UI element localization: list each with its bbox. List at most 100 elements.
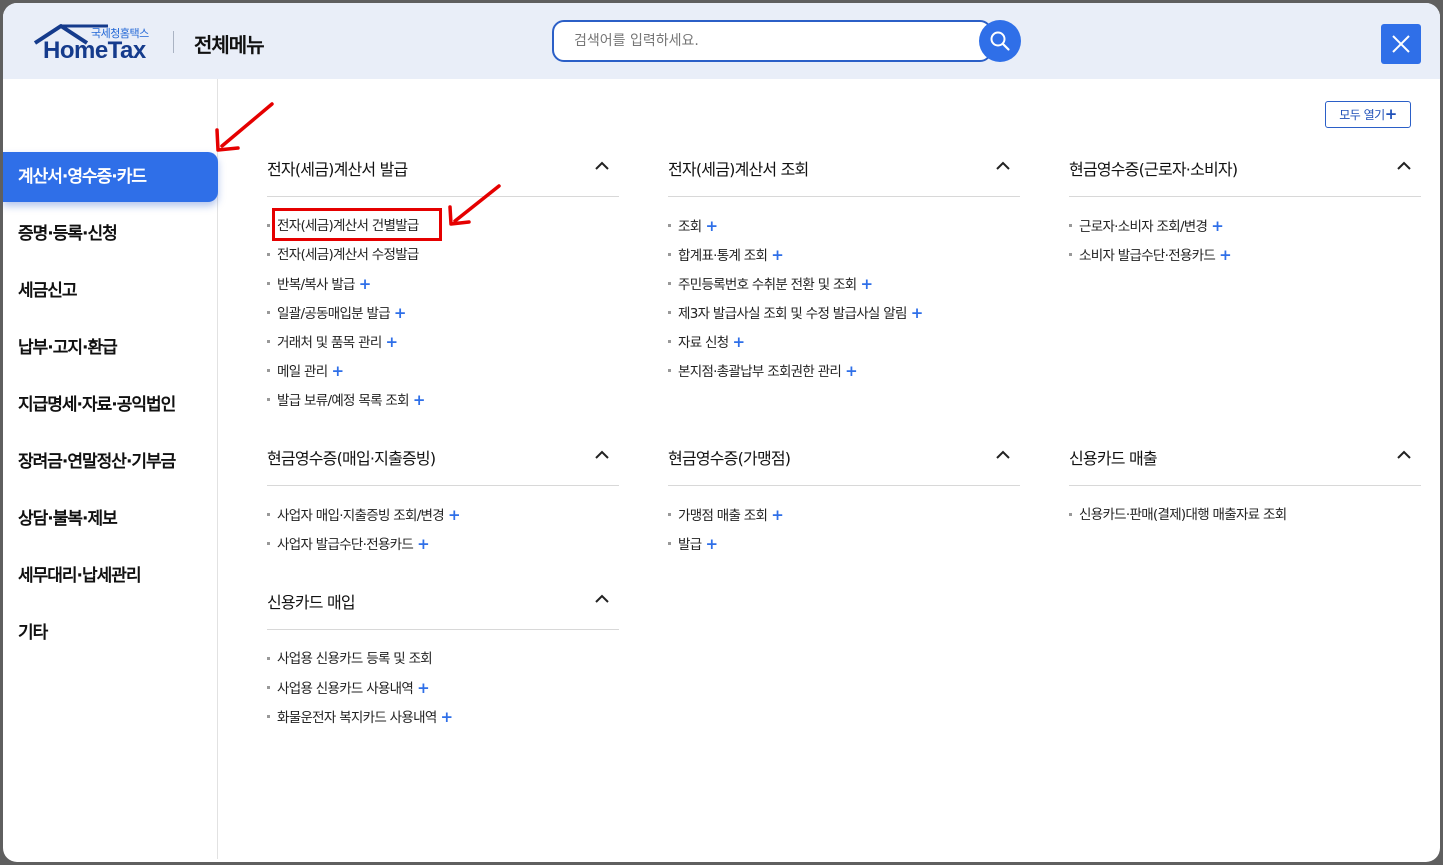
section-credit-card-purchase: 신용카드 매입 사업용 신용카드 등록 및 조회 사업용 신용카드 사용내역 + … [267,572,619,735]
plus-icon[interactable]: + [441,708,454,726]
menu-item-partner-management[interactable]: 거래처 및 품목 관리 + [267,331,619,360]
menu-item-label: 메일 관리 [277,364,328,380]
menu-item-repeat-issue[interactable]: 반복/복사 발급 + [267,273,619,302]
chevron-up-icon[interactable] [595,594,609,603]
menu-item-label: 제3자 발급사실 조회 및 수정 발급사실 알림 [678,306,907,322]
sidebar-item-invoice-receipt-card[interactable]: 계산서·영수증·카드 [3,152,218,202]
menu-item-business-purchase[interactable]: 사업자 매입·지출증빙 조회/변경 + [267,504,619,533]
menu-item-consumer-inquiry[interactable]: 근로자·소비자 조회/변경 + [1069,215,1421,244]
menu-item-label: 전자(세금)계산서 수정발급 [277,247,419,263]
section-header[interactable]: 현금영수증(가맹점) [668,428,1020,486]
menu-item-rrn-conversion[interactable]: 주민등록번호 수취분 전환 및 조회 + [668,273,1020,302]
page-title: 전체메뉴 [194,33,265,57]
search-button[interactable] [979,20,1021,62]
plus-icon[interactable]: + [845,362,858,380]
menu-item-merchant-sales[interactable]: 가맹점 매출 조회 + [668,504,1020,533]
menu-item-summary-stats[interactable]: 합계표·통계 조회 + [668,244,1020,273]
menu-item-label: 일괄/공동매입분 발급 [277,306,391,322]
menu-item-label: 가맹점 매출 조회 [678,508,768,524]
menu-item-label: 사업용 신용카드 사용내역 [277,681,414,697]
plus-icon[interactable]: + [911,304,924,322]
plus-icon[interactable]: + [331,362,344,380]
menu-item-label: 자료 신청 [678,335,729,351]
plus-icon[interactable]: + [394,304,407,322]
menu-item-branch-permission[interactable]: 본지점·총괄납부 조회권한 관리 + [668,360,1020,389]
category-sidebar: 계산서·영수증·카드 증명·등록·신청 세금신고 납부·고지·환급 지급명세·자… [3,79,218,859]
sidebar-item-payment[interactable]: 납부·고지·환급 [3,323,218,373]
menu-item-data-request[interactable]: 자료 신청 + [668,331,1020,360]
search-icon [990,31,1010,51]
expand-all-button[interactable]: 모두 열기+ [1325,101,1411,128]
section-header[interactable]: 전자(세금)계산서 조회 [668,139,1020,197]
menu-item-merchant-issue[interactable]: 발급 + [668,533,1020,562]
menu-item-third-party-inquiry[interactable]: 제3자 발급사실 조회 및 수정 발급사실 알림 + [668,302,1020,331]
menu-item-card-sales-inquiry[interactable]: 신용카드·판매(결제)대행 매출자료 조회 [1069,504,1421,533]
chevron-up-icon[interactable] [595,450,609,459]
menu-item-label: 사업자 매입·지출증빙 조회/변경 [277,508,445,524]
sidebar-item-tax-agent[interactable]: 세무대리·납세관리 [3,551,218,601]
section-header[interactable]: 신용카드 매출 [1069,428,1421,486]
section-title: 전자(세금)계산서 발급 [267,160,408,179]
search-input[interactable] [552,20,992,62]
menu-item-label: 주민등록번호 수취분 전환 및 조회 [678,277,857,293]
menu-item-label: 근로자·소비자 조회/변경 [1079,219,1208,235]
menu-item-label: 발급 보류/예정 목록 조회 [277,393,410,409]
section-header[interactable]: 현금영수증(근로자·소비자) [1069,139,1421,197]
sidebar-item-incentives[interactable]: 장려금·연말정산·기부금 [3,437,218,487]
plus-icon[interactable]: + [413,391,426,409]
menu-item-business-card[interactable]: 사업자 발급수단·전용카드 + [267,533,619,562]
plus-icon[interactable]: + [705,535,718,553]
menu-item-label: 조회 [678,219,702,235]
plus-icon[interactable]: + [1219,246,1232,264]
section-header[interactable]: 현금영수증(매입·지출증빙) [267,428,619,486]
sidebar-item-statements[interactable]: 지급명세·자료·공익법인 [3,380,218,430]
sidebar-item-tax-filing[interactable]: 세금신고 [3,266,218,316]
menu-item-label: 화물운전자 복지카드 사용내역 [277,710,437,726]
plus-icon[interactable]: + [705,217,718,235]
menu-item-welfare-card-history[interactable]: 화물운전자 복지카드 사용내역 + [267,706,619,735]
hometax-logo[interactable]: 국세청홈택스 HomeTax [33,23,159,65]
logo-main-text: HomeTax [43,37,146,64]
arrow-icon [215,102,274,152]
sidebar-item-consultation[interactable]: 상담·불복·제보 [3,494,218,544]
chevron-up-icon[interactable] [996,161,1010,170]
menu-item-pending-list[interactable]: 발급 보류/예정 목록 조회 + [267,389,619,418]
section-title: 신용카드 매출 [1069,449,1158,468]
chevron-up-icon[interactable] [1397,161,1411,170]
plus-icon[interactable]: + [860,275,873,293]
plus-icon[interactable]: + [771,246,784,264]
full-menu-modal: 국세청홈택스 HomeTax 전체메뉴 계산서·영수증·카드 증명·등록·신청 … [3,3,1440,862]
plus-icon[interactable]: + [732,333,745,351]
menu-item-amend-issue[interactable]: 전자(세금)계산서 수정발급 [267,244,619,273]
plus-icon[interactable]: + [386,333,399,351]
menu-item-business-card-history[interactable]: 사업용 신용카드 사용내역 + [267,677,619,706]
section-title: 현금영수증(가맹점) [668,449,791,468]
menu-item-label: 합계표·통계 조회 [678,248,768,264]
chevron-up-icon[interactable] [1397,450,1411,459]
menu-item-label: 신용카드·판매(결제)대행 매출자료 조회 [1079,507,1287,523]
section-title: 현금영수증(매입·지출증빙) [267,449,436,468]
sidebar-item-certificate[interactable]: 증명·등록·신청 [3,209,218,259]
menu-item-label: 본지점·총괄납부 조회권한 관리 [678,364,842,380]
sidebar-item-other[interactable]: 기타 [3,608,218,658]
plus-icon[interactable]: + [448,506,461,524]
chevron-up-icon[interactable] [595,161,609,170]
menu-item-mail-management[interactable]: 메일 관리 + [267,360,619,389]
menu-item-label: 발급 [678,537,702,553]
menu-item-label: 사업자 발급수단·전용카드 [277,537,414,553]
plus-icon[interactable]: + [359,275,372,293]
menu-item-bulk-issue[interactable]: 일괄/공동매입분 발급 + [267,302,619,331]
plus-icon[interactable]: + [417,535,430,553]
plus-icon[interactable]: + [417,679,430,697]
section-cash-receipt-merchant: 현금영수증(가맹점) 가맹점 매출 조회 + 발급 + [668,428,1020,562]
close-button[interactable] [1381,24,1421,64]
chevron-up-icon[interactable] [996,450,1010,459]
header-divider [173,31,174,53]
plus-icon[interactable]: + [771,506,784,524]
arrow-icon [448,184,501,226]
plus-icon[interactable]: + [1211,217,1224,235]
section-header[interactable]: 신용카드 매입 [267,572,619,630]
menu-item-inquiry[interactable]: 조회 + [668,215,1020,244]
menu-item-business-card-register[interactable]: 사업용 신용카드 등록 및 조회 [267,648,619,677]
menu-item-consumer-card[interactable]: 소비자 발급수단·전용카드 + [1069,244,1421,273]
